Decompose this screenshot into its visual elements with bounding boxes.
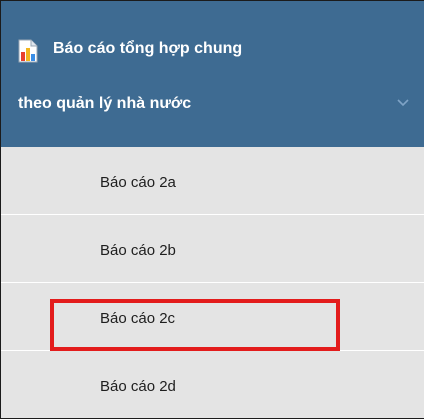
highlight-box xyxy=(50,299,340,351)
menu-item-bao-cao-2d[interactable]: Báo cáo 2d xyxy=(1,351,424,418)
menu-item-label: Báo cáo 2a xyxy=(100,174,176,191)
menu-item-bao-cao-2b[interactable]: Báo cáo 2b xyxy=(1,215,424,283)
menu-item-bao-cao-2a[interactable]: Báo cáo 2a xyxy=(1,147,424,215)
report-chart-icon xyxy=(18,39,38,63)
report-menu-panel: Báo cáo tổng hợp chung theo quản lý nhà … xyxy=(0,0,424,419)
menu-group-title-line1: Báo cáo tổng hợp chung xyxy=(53,40,243,57)
menu-group-title-line2: theo quản lý nhà nước xyxy=(18,95,192,112)
menu-group-header[interactable]: Báo cáo tổng hợp chung theo quản lý nhà … xyxy=(1,1,424,147)
menu-item-label: Báo cáo 2b xyxy=(100,242,176,259)
chevron-down-icon[interactable] xyxy=(396,95,410,107)
menu-item-label: Báo cáo 2d xyxy=(100,378,176,395)
menu-items-list: Báo cáo 2a Báo cáo 2b Báo cáo 2c Báo cáo… xyxy=(1,147,424,418)
